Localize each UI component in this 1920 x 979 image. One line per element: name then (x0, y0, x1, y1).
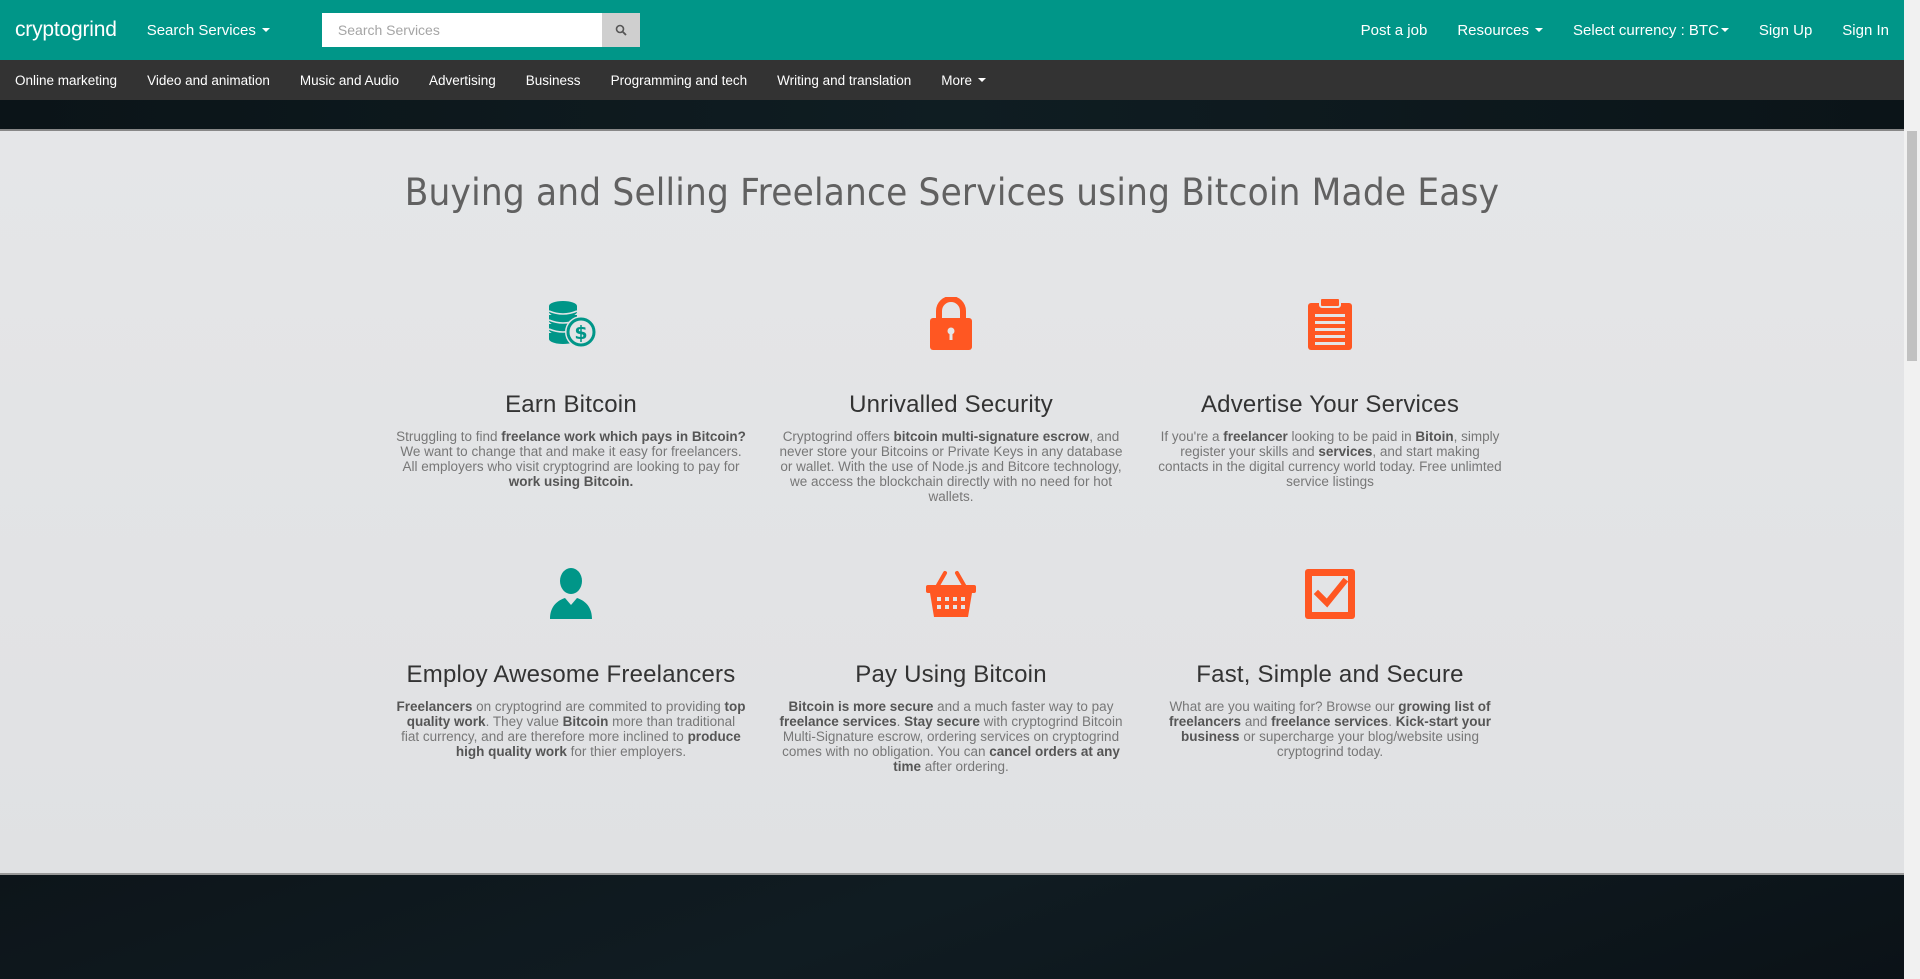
feature-earn-bitcoin: $ Earn Bitcoin Struggling to find freela… (396, 297, 746, 489)
category-business[interactable]: Business (526, 73, 581, 88)
feature-title: Pay Using Bitcoin (855, 661, 1047, 688)
category-writing-translation[interactable]: Writing and translation (777, 73, 911, 88)
clipboard-icon (1308, 297, 1352, 350)
page-scrollbar[interactable] (1904, 0, 1920, 979)
feature-advertise-services: Advertise Your Services If you're a free… (1155, 297, 1505, 489)
search-icon (615, 24, 627, 36)
feature-description: Bitcoin is more secure and a much faster… (779, 699, 1123, 774)
user-icon (550, 568, 592, 619)
feature-employ-freelancers: Employ Awesome Freelancers Freelancers o… (396, 567, 746, 759)
lock-icon (930, 297, 972, 350)
feature-description: Cryptogrind offers bitcoin multi-signatu… (779, 429, 1123, 504)
brand-logo[interactable]: cryptogrind (15, 18, 117, 42)
feature-pay-using-bitcoin: Pay Using Bitcoin Bitcoin is more secure… (776, 567, 1126, 774)
feature-title: Earn Bitcoin (505, 391, 637, 418)
feature-title: Employ Awesome Freelancers (406, 661, 736, 688)
search-form (321, 13, 640, 47)
checkbox-icon (1305, 569, 1355, 619)
feature-fast-simple-secure: Fast, Simple and Secure What are you wai… (1155, 567, 1505, 759)
caret-down-icon (1535, 28, 1544, 32)
page-title: Buying and Selling Freelance Services us… (404, 171, 1500, 214)
sign-up-link[interactable]: Sign Up (1759, 22, 1812, 39)
search-services-label: Search Services (146, 21, 256, 39)
category-advertising[interactable]: Advertising (429, 73, 496, 88)
coins-dollar-icon: $ (548, 301, 597, 348)
svg-text:$: $ (574, 322, 587, 344)
sign-in-link[interactable]: Sign In (1842, 22, 1889, 39)
category-music-audio[interactable]: Music and Audio (300, 73, 399, 88)
feature-description: What are you waiting for? Browse our gro… (1169, 699, 1491, 759)
basket-icon (926, 571, 976, 617)
search-input[interactable] (321, 13, 602, 47)
top-navbar: cryptogrind Search Services Post a job R… (0, 0, 1904, 60)
footer-dark-section (0, 873, 1904, 979)
feature-title: Unrivalled Security (849, 391, 1053, 418)
scrollbar-thumb[interactable] (1907, 131, 1917, 361)
more-label: More (941, 72, 972, 88)
currency-dropdown[interactable]: Select currency : BTC (1573, 22, 1729, 39)
category-video-animation[interactable]: Video and animation (147, 73, 270, 88)
category-programming-tech[interactable]: Programming and tech (611, 73, 748, 88)
resources-label: Resources (1457, 21, 1530, 39)
caret-down-icon (1720, 28, 1729, 32)
post-job-link[interactable]: Post a job (1361, 22, 1428, 39)
currency-label: Select currency : BTC (1573, 21, 1719, 39)
features-section: Buying and Selling Freelance Services us… (0, 131, 1904, 873)
hero-bottom-strip (0, 100, 1904, 131)
caret-down-icon (977, 78, 986, 82)
category-online-marketing[interactable]: Online marketing (15, 73, 117, 88)
feature-title: Fast, Simple and Secure (1196, 661, 1464, 688)
search-services-dropdown[interactable]: Search Services (147, 22, 270, 39)
resources-dropdown[interactable]: Resources (1457, 21, 1544, 39)
feature-unrivalled-security: Unrivalled Security Cryptogrind offers b… (776, 297, 1126, 504)
search-button[interactable] (601, 13, 640, 47)
feature-description: If you're a freelancer looking to be pai… (1158, 429, 1502, 489)
feature-description: Freelancers on cryptogrind are commited … (396, 699, 746, 759)
feature-title: Advertise Your Services (1200, 391, 1460, 418)
caret-down-icon (261, 28, 270, 32)
feature-description: Struggling to find freelance work which … (396, 429, 746, 489)
nav-right-links: Post a job Resources Select currency : B… (1331, 0, 1904, 60)
category-more-dropdown[interactable]: More (941, 73, 986, 88)
category-bar: Online marketing Video and animation Mus… (0, 60, 1904, 100)
